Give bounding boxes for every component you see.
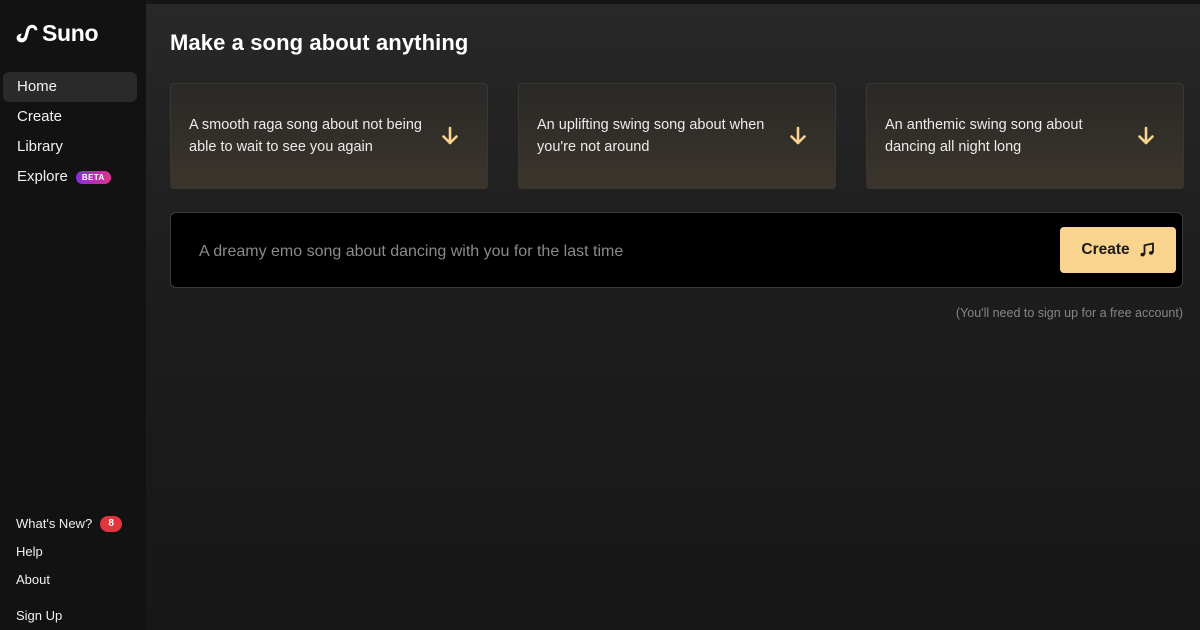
- main-content: Make a song about anything A smooth raga…: [146, 4, 1200, 630]
- about-label: About: [16, 572, 50, 587]
- app-window: Suno Home Create Library Explore BETA Wh…: [0, 0, 1200, 630]
- create-button-label: Create: [1081, 241, 1130, 258]
- sign-up-label: Sign Up: [16, 608, 63, 623]
- suno-logo-icon: [16, 24, 38, 43]
- arrow-down-icon: [442, 126, 458, 145]
- suggestion-text: An anthemic swing song about dancing all…: [885, 116, 1083, 156]
- notification-count-badge: 8: [100, 516, 123, 532]
- sidebar-item-label: Create: [17, 108, 63, 125]
- suggestion-card[interactable]: An uplifting swing song about when you'r…: [518, 83, 836, 189]
- signup-note: (You'll need to sign up for a free accou…: [955, 306, 1183, 320]
- suggestion-card[interactable]: A smooth raga song about not being able …: [170, 83, 488, 189]
- page-title: Make a song about anything: [170, 30, 469, 55]
- sidebar-item-label: Explore: [17, 168, 68, 185]
- arrow-down-icon: [1138, 126, 1154, 145]
- suggestion-text: A smooth raga song about not being able …: [189, 116, 422, 156]
- sidebar-item-home[interactable]: Home: [3, 72, 137, 102]
- sidebar-item-explore[interactable]: Explore BETA: [3, 162, 137, 192]
- sidebar-footer-links: What's New? 8 Help About Sign Up: [16, 513, 123, 627]
- suggestion-card[interactable]: An anthemic swing song about dancing all…: [866, 83, 1184, 189]
- sidebar-item-label: Library: [17, 138, 63, 155]
- sidebar-nav: Home Create Library Explore BETA: [3, 72, 137, 192]
- whats-new-label: What's New?: [16, 516, 93, 531]
- suggestion-text: An uplifting swing song about when you'r…: [537, 116, 765, 156]
- music-note-icon: [1140, 242, 1154, 257]
- help-label: Help: [16, 544, 43, 559]
- sign-up-link[interactable]: Sign Up: [16, 605, 122, 627]
- brand-name: Suno: [42, 19, 99, 46]
- sidebar-item-library[interactable]: Library: [3, 132, 137, 162]
- song-prompt-box: Create: [170, 212, 1183, 288]
- create-button[interactable]: Create: [1060, 227, 1176, 273]
- song-prompt-input[interactable]: [197, 237, 1041, 267]
- whats-new-link[interactable]: What's New? 8: [16, 513, 123, 535]
- about-link[interactable]: About: [16, 569, 122, 591]
- sidebar-item-create[interactable]: Create: [3, 102, 137, 132]
- arrow-down-icon: [790, 126, 806, 145]
- beta-badge: BETA: [75, 170, 111, 184]
- brand-logo[interactable]: Suno: [16, 19, 99, 46]
- sidebar-item-label: Home: [17, 78, 58, 95]
- help-link[interactable]: Help: [16, 541, 122, 563]
- sidebar: Suno Home Create Library Explore BETA Wh…: [0, 0, 146, 630]
